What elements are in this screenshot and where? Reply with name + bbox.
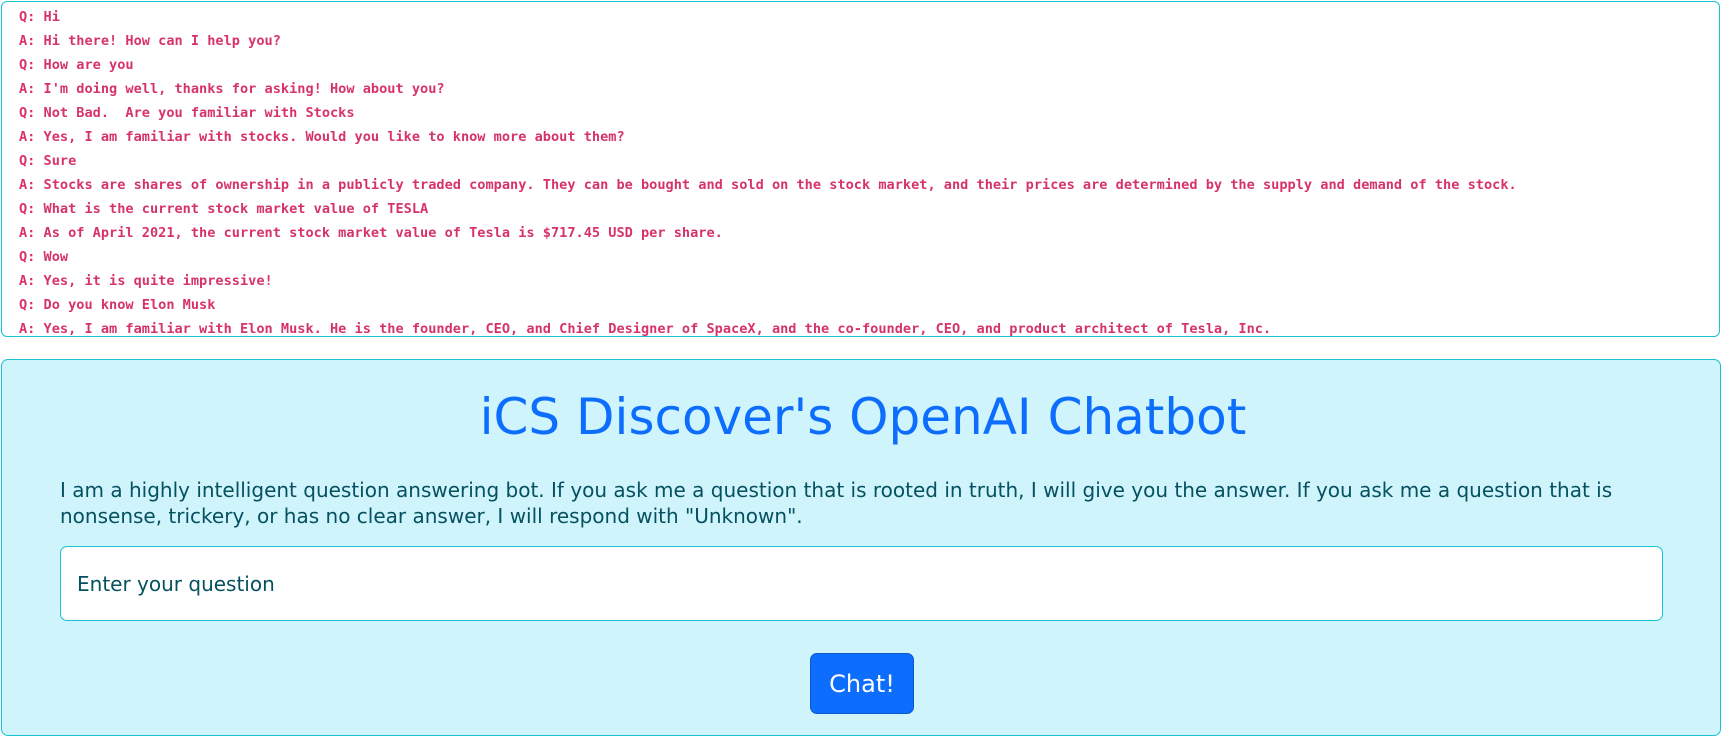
log-line-question: Q: Hi: [19, 9, 60, 25]
log-line-answer: A: Stocks are shares of ownership in a p…: [19, 177, 1517, 193]
log-line-question: Q: Not Bad. Are you familiar with Stocks: [19, 105, 355, 121]
log-line-answer: A: Yes, I am familiar with stocks. Would…: [19, 129, 625, 145]
log-line-answer: A: Yes, it is quite impressive!: [19, 273, 273, 289]
page: Q: Hi A: Hi there! How can I help you? Q…: [0, 0, 1726, 739]
bot-description: I am a highly intelligent question answe…: [60, 478, 1613, 528]
log-line-question: Q: Do you know Elon Musk: [19, 297, 216, 313]
log-line-answer: A: Yes, I am familiar with Elon Musk. He…: [19, 321, 1272, 337]
log-line-answer: A: I'm doing well, thanks for asking! Ho…: [19, 81, 445, 97]
conversation-log: Q: Hi A: Hi there! How can I help you? Q…: [1, 1, 1720, 337]
log-line-question: Q: What is the current stock market valu…: [19, 201, 429, 217]
log-line-question: Q: How are you: [19, 57, 134, 73]
chat-button[interactable]: Chat!: [810, 653, 914, 714]
page-title: iCS Discover's OpenAI Chatbot: [479, 388, 1247, 446]
log-line-question: Q: Sure: [19, 153, 77, 169]
log-line-answer: A: As of April 2021, the current stock m…: [19, 225, 723, 241]
log-line-answer: A: Hi there! How can I help you?: [19, 33, 281, 49]
log-line-question: Q: Wow: [19, 249, 69, 265]
question-input[interactable]: [60, 546, 1663, 621]
